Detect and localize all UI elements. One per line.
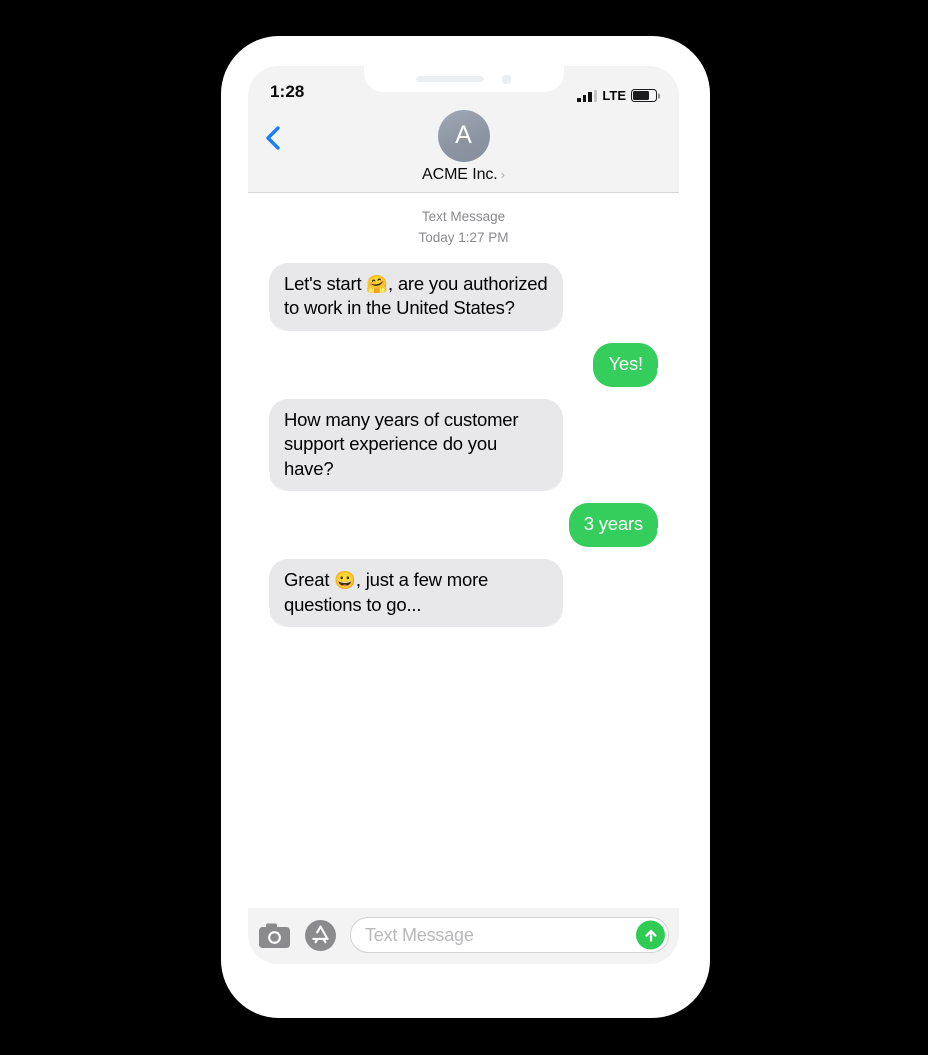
grinning-face-emoji: 😀	[334, 570, 356, 590]
message-row: 3 years	[262, 503, 670, 547]
battery-fill	[633, 91, 649, 100]
cellular-signal-icon	[577, 90, 598, 102]
thread-timestamp-time: Today 1:27 PM	[418, 229, 509, 245]
status-bar-indicators: LTE	[577, 88, 660, 103]
message-bubble-incoming[interactable]: Let's start 🤗, are you authorized to wor…	[258, 262, 563, 332]
network-type-label: LTE	[602, 88, 626, 103]
hugging-face-emoji: 🤗	[366, 273, 388, 294]
battery-cap	[657, 93, 660, 98]
message-thread[interactable]: Text Message Today 1:27 PM Let's start 🤗…	[248, 193, 679, 908]
camera-button[interactable]	[258, 919, 291, 952]
conversation-header: A ACME Inc. ›	[248, 108, 679, 193]
text-message-field[interactable]	[350, 917, 669, 953]
earpiece-speaker-icon	[416, 76, 484, 82]
front-camera-icon	[502, 74, 511, 84]
thread-timestamp-label: Text Message	[421, 209, 506, 224]
avatar-initial: A	[455, 120, 472, 149]
battery-icon	[631, 89, 660, 102]
message-text: Great	[284, 569, 335, 590]
screenshot-stage: 1:28 LTE A ACME Inc. › Text Message Toda…	[0, 0, 928, 1055]
chevron-right-icon: ›	[500, 167, 505, 182]
app-store-button[interactable]	[304, 919, 337, 952]
avatar[interactable]: A	[437, 110, 490, 162]
phone-screen: 1:28 LTE A ACME Inc. › Text Message Toda…	[248, 66, 679, 964]
message-bubble-incoming[interactable]: How many years of customer support exper…	[258, 398, 563, 492]
message-text: How many years of customer support exper…	[284, 408, 519, 479]
message-text: 3 years	[583, 513, 643, 535]
message-text: Yes!	[608, 353, 643, 375]
message-row: How many years of customer support exper…	[258, 398, 665, 492]
phone-notch	[363, 66, 564, 92]
contact-name: ACME Inc.	[422, 166, 498, 183]
message-bubble-outgoing[interactable]: Yes!	[593, 343, 669, 387]
message-row: Yes!	[262, 343, 669, 387]
thread-timestamp: Text Message Today 1:27 PM	[262, 207, 665, 249]
status-bar-time: 1:28	[270, 82, 305, 101]
send-button[interactable]	[636, 920, 665, 950]
contact-info-button[interactable]: ACME Inc. ›	[422, 166, 505, 184]
message-bubble-outgoing[interactable]: 3 years	[568, 503, 670, 547]
message-row: Let's start 🤗, are you authorized to wor…	[258, 262, 665, 332]
text-message-input[interactable]	[365, 924, 628, 946]
message-text: Let's start	[284, 272, 367, 294]
back-button[interactable]	[256, 120, 290, 156]
message-input-bar	[248, 908, 679, 964]
message-row: Great 😀, just a few more questions to go…	[258, 559, 665, 628]
message-bubble-incoming[interactable]: Great 😀, just a few more questions to go…	[258, 559, 563, 628]
